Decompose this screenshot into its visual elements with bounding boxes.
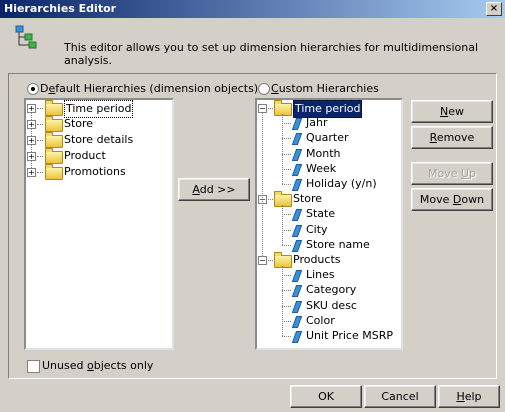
remove-button[interactable]: Remove <box>411 126 493 149</box>
left-tree-items: + Time period + Store + Store details + Product… <box>26 100 172 348</box>
tree-item-label[interactable]: Promotions <box>64 164 126 180</box>
tree-line <box>268 108 273 109</box>
hierarchy-icon <box>15 25 37 49</box>
object-icon <box>291 270 303 283</box>
cancel-button[interactable]: Cancel <box>364 385 436 408</box>
unused-objects-checkbox[interactable] <box>27 360 40 373</box>
tree-line <box>282 320 291 322</box>
title-bar: Hierarchies Editor × <box>0 0 505 18</box>
object-icon <box>291 285 303 298</box>
tree-child-label[interactable]: Month <box>306 146 340 162</box>
object-icon <box>291 239 303 252</box>
tree-group-label[interactable]: Time period <box>293 100 363 118</box>
right-tree-items: − Time period Jahr Quarter Month Week Holiday … <box>257 100 401 348</box>
expand-icon[interactable]: + <box>27 168 36 177</box>
help-button[interactable]: Help <box>438 385 500 408</box>
tree-child-label[interactable]: City <box>306 222 328 238</box>
custom-hierarchies-label[interactable]: Custom Hierarchies <box>271 82 379 95</box>
close-button[interactable]: × <box>486 2 502 16</box>
add-button[interactable]: Add >> <box>178 178 250 201</box>
ok-button[interactable]: OK <box>290 385 362 408</box>
tree-group-label[interactable]: Store <box>293 191 322 207</box>
expand-icon[interactable]: + <box>27 120 36 129</box>
tree-line <box>268 199 273 201</box>
tree-line <box>282 123 291 125</box>
tree-line <box>282 290 291 292</box>
object-icon <box>291 315 303 328</box>
object-icon <box>291 331 303 343</box>
tree-line <box>262 112 263 256</box>
tree-child-label[interactable]: Unit Price MSRP <box>306 328 393 344</box>
folder-icon <box>45 132 63 148</box>
tree-line <box>37 108 43 109</box>
window-title: Hierarchies Editor <box>4 2 117 15</box>
tree-line <box>282 138 291 140</box>
object-icon <box>291 118 303 131</box>
default-hierarchies-radio[interactable] <box>27 83 39 95</box>
tree-line <box>282 244 291 246</box>
expand-icon[interactable]: + <box>27 152 36 161</box>
tree-line <box>282 305 291 307</box>
tree-child-label[interactable]: Color <box>306 313 335 329</box>
object-icon <box>291 133 303 146</box>
tree-line <box>282 229 291 231</box>
unused-objects-label[interactable]: Unused objects only <box>42 359 153 372</box>
open-folder-icon <box>274 191 292 208</box>
default-hierarchies-label[interactable]: Default Hierarchies (dimension objects) <box>40 82 258 95</box>
open-folder-icon <box>274 252 292 268</box>
folder-icon <box>45 116 63 132</box>
tree-line <box>282 205 283 245</box>
tree-line <box>37 172 43 173</box>
tree-group-label[interactable]: Products <box>293 252 341 268</box>
folder-icon <box>45 164 63 180</box>
object-icon <box>291 300 303 313</box>
folder-icon <box>45 148 63 164</box>
tree-line <box>37 124 43 125</box>
move-up-button[interactable]: Move Up <box>411 162 493 185</box>
tree-line <box>282 266 283 336</box>
expand-icon[interactable]: + <box>27 104 36 113</box>
close-icon: × <box>489 3 499 14</box>
tree-line <box>282 153 291 155</box>
tree-child-label[interactable]: Store name <box>306 237 370 253</box>
object-icon <box>291 179 303 191</box>
tree-line <box>37 156 43 157</box>
header-description: This editor allows you to set up dimensi… <box>64 41 479 67</box>
tree-line <box>268 260 273 261</box>
object-icon <box>291 209 303 222</box>
object-icon <box>291 224 303 237</box>
tree-item-label[interactable]: Store details <box>64 132 133 148</box>
tree-child-label[interactable]: Category <box>306 282 356 298</box>
tree-line <box>282 214 291 216</box>
new-button[interactable]: New <box>411 100 493 123</box>
tree-child-label[interactable]: State <box>306 206 335 222</box>
custom-hierarchies-radio[interactable] <box>258 83 270 95</box>
tree-child-label[interactable]: SKU desc <box>306 298 357 314</box>
tree-line <box>282 168 291 170</box>
object-icon <box>291 163 303 176</box>
open-folder-icon <box>274 100 292 116</box>
tree-child-label[interactable]: Week <box>306 161 336 177</box>
tree-line <box>282 184 291 185</box>
tree-item-label[interactable]: Product <box>64 148 106 164</box>
folder-icon <box>45 100 63 116</box>
move-down-button[interactable]: Move Down <box>411 188 493 211</box>
tree-child-label[interactable]: Jahr <box>306 115 327 131</box>
tree-line <box>282 114 283 184</box>
tree-line <box>37 140 43 141</box>
tree-line <box>282 336 291 337</box>
tree-child-label[interactable]: Lines <box>306 267 335 283</box>
expand-icon[interactable]: + <box>27 136 36 145</box>
tree-child-label[interactable]: Holiday (y/n) <box>306 176 377 192</box>
tree-item-label[interactable]: Store <box>64 116 93 132</box>
tree-line <box>282 275 291 277</box>
radio-dot <box>31 87 35 91</box>
tree-child-label[interactable]: Quarter <box>306 130 349 146</box>
collapse-icon[interactable]: − <box>258 256 267 265</box>
object-icon <box>291 148 303 161</box>
